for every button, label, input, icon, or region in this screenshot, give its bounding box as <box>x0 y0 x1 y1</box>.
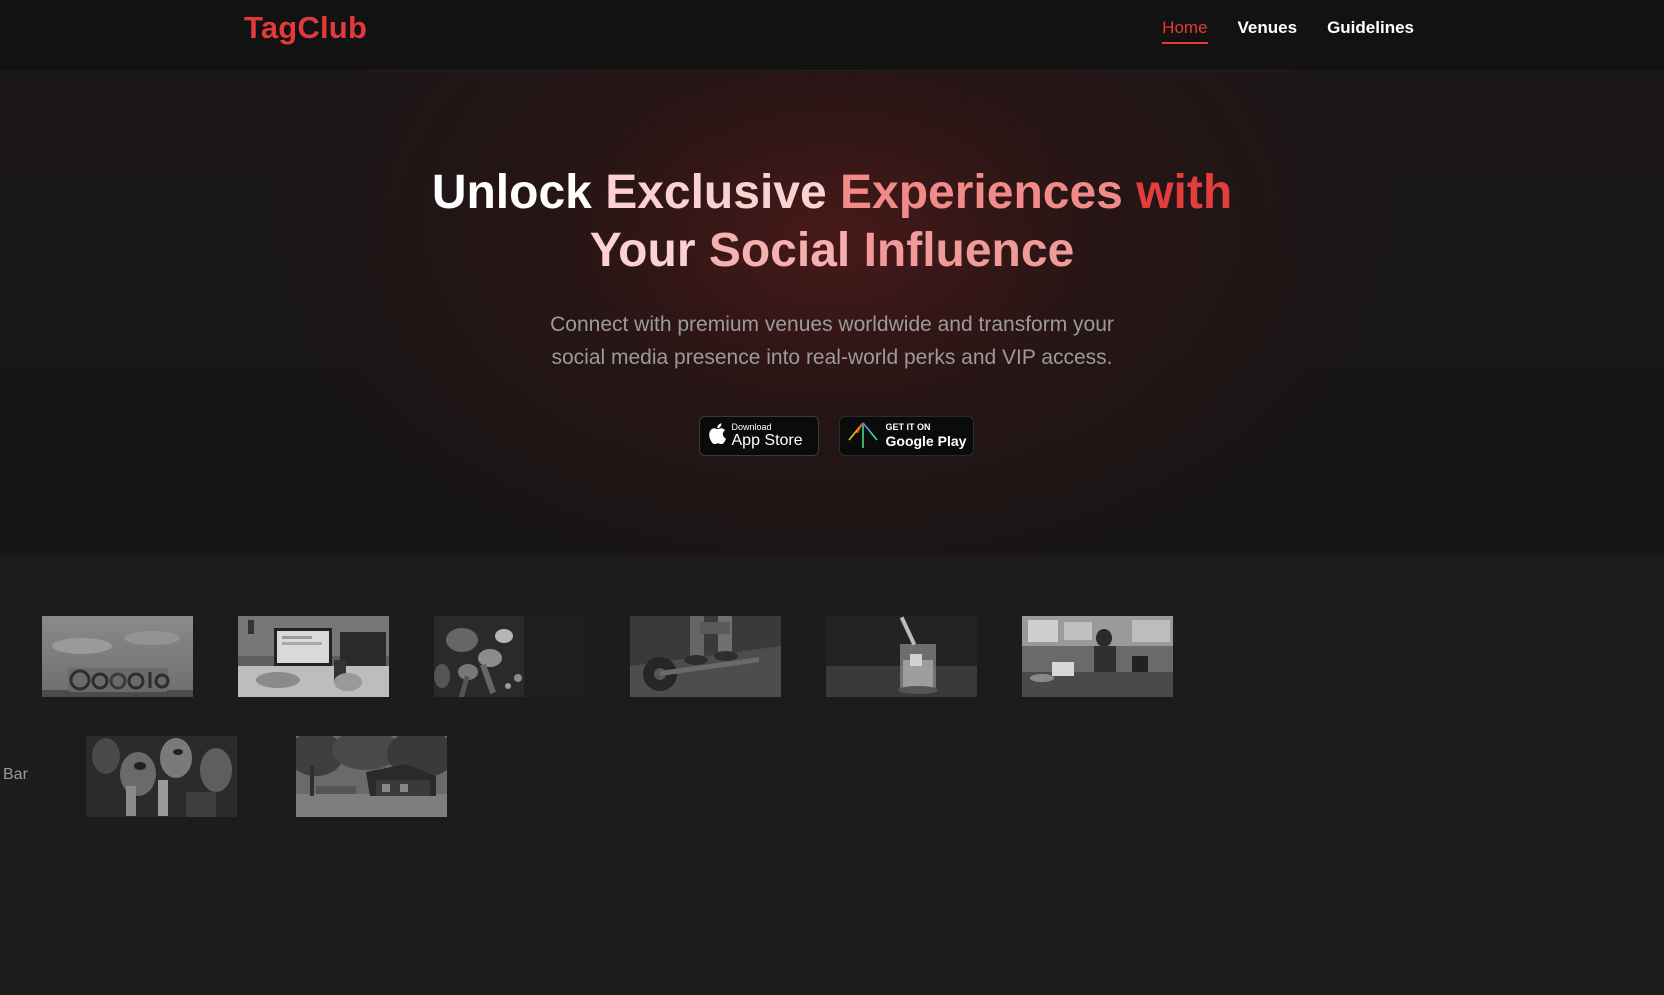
google-play-icon <box>846 419 880 454</box>
store-badges: Download App Store GET IT ON Google Play <box>0 416 1664 456</box>
hero-title-word: Your <box>589 224 709 277</box>
hero-subtitle-line: social media presence into real-world pe… <box>551 346 1113 369</box>
apple-icon <box>708 423 726 449</box>
hero-subtitle-line: Connect with premium venues worldwide an… <box>550 313 1114 336</box>
venue-thumb-google-sign[interactable] <box>42 616 193 697</box>
google-play-small-text: GET IT ON <box>885 421 931 432</box>
hero-title: Unlock Exclusive Experiences with Your S… <box>0 164 1664 280</box>
hero-title-word: Experiences <box>840 166 1137 219</box>
hero-title-word: Exclusive <box>605 166 841 219</box>
hero-title-word: Influence <box>863 224 1075 277</box>
venues-strip: Bar <box>0 556 1664 995</box>
brand-logo[interactable]: TagClub <box>244 10 367 46</box>
hero-section: Unlock Exclusive Experiences with Your S… <box>0 70 1664 556</box>
venue-thumb-drink-glass[interactable] <box>826 616 977 697</box>
venue-thumb-gym-weights[interactable] <box>630 616 781 697</box>
venue-thumb-office-desk[interactable] <box>238 616 389 697</box>
venue-category-label: Bar <box>3 766 28 783</box>
top-navigation: TagClub Home Venues Guidelines <box>0 0 1664 70</box>
venue-thumb-bar-crowd[interactable] <box>86 736 237 817</box>
nav-venues-link[interactable]: Venues <box>1238 18 1298 44</box>
hero-title-word: with <box>1136 166 1233 219</box>
hero-title-word: Social <box>708 224 864 277</box>
venue-thumb-food-spoons[interactable] <box>434 616 585 697</box>
nav-links: Home Venues Guidelines <box>1162 18 1414 44</box>
hero-title-word: Unlock <box>431 166 606 219</box>
app-store-big-text: App Store <box>731 431 803 449</box>
nav-guidelines-link[interactable]: Guidelines <box>1327 18 1414 44</box>
app-store-button[interactable]: Download App Store <box>698 416 819 456</box>
app-store-small-text: Download <box>731 421 772 432</box>
venue-thumb-cafe-interior[interactable] <box>1022 616 1173 697</box>
google-play-button[interactable]: GET IT ON Google Play <box>838 416 974 456</box>
venue-thumb-forest-cabin[interactable] <box>296 736 447 817</box>
nav-home-link[interactable]: Home <box>1162 18 1208 44</box>
google-play-big-text: Google Play <box>885 432 967 449</box>
hero-subtitle: Connect with premium venues worldwide an… <box>0 308 1664 374</box>
